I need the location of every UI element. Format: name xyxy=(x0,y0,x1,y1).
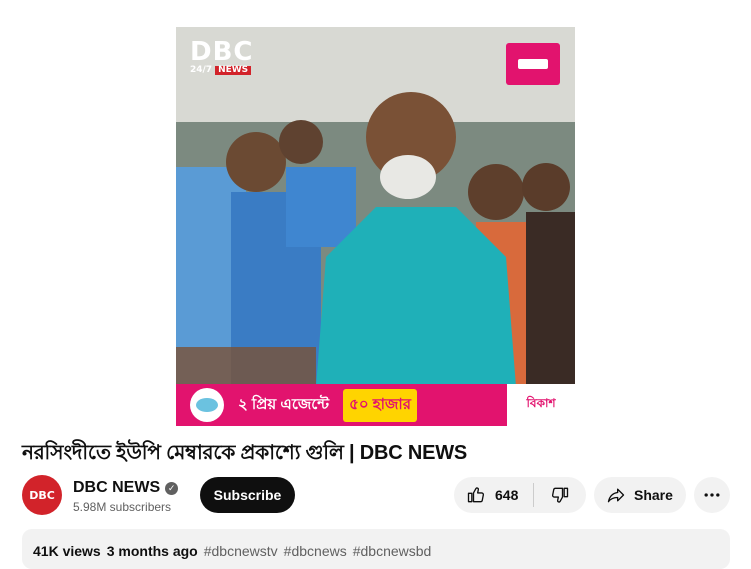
ad-banner: ২ প্রিয় এজেন্টে ৫০ হাজার বিকাশ xyxy=(176,384,575,426)
video-frame[interactable]: DBC 24/7 NEWS ২ প্রিয় এজেন্টে ৫০ হাজার … xyxy=(176,27,575,426)
ad-text: ২ প্রিয় এজেন্টে xyxy=(238,395,330,413)
subscribe-button[interactable]: Subscribe xyxy=(200,477,295,513)
channel-avatar[interactable]: DBC xyxy=(22,475,62,515)
watermark-sub-b: NEWS xyxy=(215,66,252,75)
share-arrow-icon xyxy=(607,488,625,503)
ad-highlight: ৫০ হাজার xyxy=(343,388,418,422)
channel-name[interactable]: DBC NEWS xyxy=(73,479,160,497)
share-button[interactable]: Share xyxy=(594,477,686,513)
view-count: 41K views xyxy=(33,543,101,559)
like-count: 648 xyxy=(495,487,519,503)
watermark-main-text: DBC xyxy=(190,37,254,67)
subscriber-count: 5.98M subscribers xyxy=(73,500,172,514)
upload-age: 3 months ago xyxy=(106,543,198,559)
share-label: Share xyxy=(634,487,673,503)
hashtag-link[interactable]: #dbcnewsbd xyxy=(353,543,432,559)
video-thumbnail-scene xyxy=(176,27,575,426)
like-button[interactable]: 648 xyxy=(454,477,533,513)
more-actions-button[interactable] xyxy=(694,477,730,513)
verified-icon: ✓ xyxy=(165,481,179,495)
thumbs-up-icon xyxy=(467,487,485,503)
promo-badge xyxy=(506,43,560,85)
thumbs-down-icon xyxy=(551,487,569,503)
channel-watermark-logo: DBC 24/7 NEWS xyxy=(190,39,253,75)
channel-row: DBC DBC NEWS ✓ 5.98M subscribers Subscri… xyxy=(22,474,732,516)
more-horizontal-icon xyxy=(704,493,720,497)
ad-brand-logo: বিকাশ xyxy=(507,384,575,426)
hashtag-link[interactable]: #dbcnewstv xyxy=(204,543,278,559)
ad-circle-icon xyxy=(190,388,224,422)
promo-badge-icon xyxy=(518,59,548,69)
dislike-button[interactable] xyxy=(534,477,586,513)
video-player[interactable]: DBC 24/7 NEWS ২ প্রিয় এজেন্টে ৫০ হাজার … xyxy=(0,0,751,426)
hashtag-link[interactable]: #dbcnews xyxy=(284,543,347,559)
description-box[interactable]: 41K views 3 months ago #dbcnewstv #dbcne… xyxy=(22,529,730,569)
video-title: নরসিংদীতে ইউপি মেম্বারকে প্রকাশ্যে গুলি … xyxy=(22,442,468,464)
like-dislike-group: 648 xyxy=(454,477,586,513)
channel-name-container[interactable]: DBC NEWS ✓ xyxy=(73,479,179,497)
watermark-sub-a: 24/7 xyxy=(190,65,213,75)
